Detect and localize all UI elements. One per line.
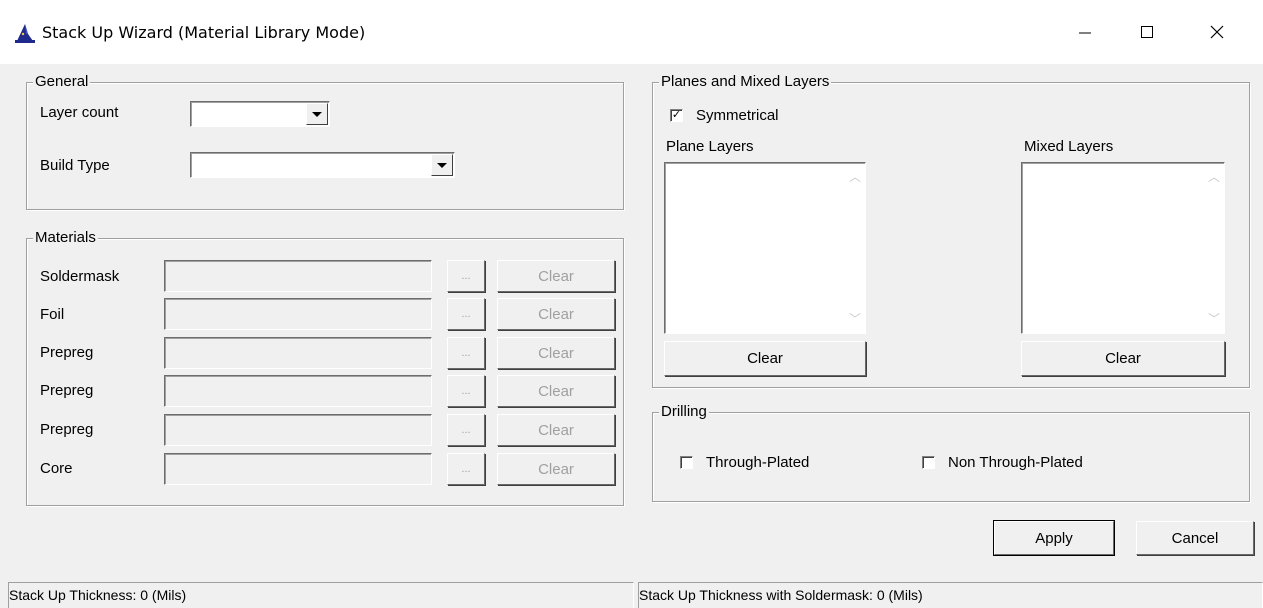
prepreg-1-clear-button: Clear (497, 337, 615, 369)
materials-legend: Materials (33, 229, 98, 247)
layer-count-label: Layer count (40, 104, 119, 121)
prepreg-2-browse-button: ... (447, 375, 485, 407)
chevron-down-icon[interactable] (431, 154, 453, 176)
prepreg-3-browse-button: ... (447, 414, 485, 446)
prepreg-3-clear-button: Clear (497, 414, 615, 446)
planes-legend: Planes and Mixed Layers (659, 73, 832, 91)
soldermask-clear-button: Clear (497, 260, 615, 292)
wizard-hat-icon (14, 22, 36, 44)
material-row-label: Prepreg (40, 382, 94, 399)
chevron-up-icon[interactable]: ︿ (846, 168, 864, 186)
material-row-label: Prepreg (40, 421, 94, 438)
non-through-plated-label[interactable]: Non Through-Plated (948, 454, 1083, 472)
foil-field (164, 298, 432, 330)
prepreg-2-field (164, 375, 432, 407)
material-row-label: Core (40, 460, 73, 477)
chevron-down-icon[interactable]: ﹀ (846, 310, 864, 328)
title-bar: Stack Up Wizard (Material Library Mode) (0, 0, 1263, 64)
plane-layers-label: Plane Layers (666, 138, 754, 155)
chevron-up-icon[interactable]: ︿ (1205, 168, 1223, 186)
chevron-down-icon[interactable]: ﹀ (1205, 310, 1223, 328)
minimize-button[interactable] (1054, 0, 1116, 64)
mixed-layers-label: Mixed Layers (1024, 138, 1114, 155)
core-clear-button: Clear (497, 453, 615, 485)
close-button[interactable] (1186, 0, 1248, 64)
symmetrical-checkbox[interactable]: ✓ (670, 109, 683, 122)
prepreg-1-browse-button: ... (447, 337, 485, 369)
mixed-layers-list[interactable]: ︿ ﹀ (1021, 162, 1225, 334)
plane-layers-clear-button[interactable]: Clear (664, 341, 866, 376)
symmetrical-label[interactable]: Symmetrical (696, 107, 779, 125)
material-row-label: Prepreg (40, 344, 94, 361)
core-browse-button: ... (447, 453, 485, 485)
maximize-icon (1141, 26, 1153, 38)
scrollbar[interactable]: ︿ ﹀ (1205, 164, 1223, 332)
status-thickness-with-soldermask: Stack Up Thickness with Soldermask: 0 (M… (638, 582, 1263, 608)
scrollbar[interactable]: ︿ ﹀ (846, 164, 864, 332)
apply-button[interactable]: Apply (993, 520, 1115, 556)
foil-clear-button: Clear (497, 298, 615, 330)
drilling-legend: Drilling (659, 403, 709, 421)
general-legend: General (33, 73, 91, 91)
build-type-label: Build Type (40, 157, 110, 174)
soldermask-field (164, 260, 432, 292)
soldermask-browse-button: ... (447, 260, 485, 292)
mixed-layers-clear-button[interactable]: Clear (1021, 341, 1225, 376)
build-type-select[interactable] (190, 152, 455, 178)
chevron-down-icon[interactable] (306, 103, 328, 125)
foil-browse-button: ... (447, 298, 485, 330)
prepreg-2-clear-button: Clear (497, 375, 615, 407)
maximize-button[interactable] (1116, 0, 1178, 64)
status-thickness: Stack Up Thickness: 0 (Mils) (8, 582, 634, 608)
through-plated-checkbox[interactable] (680, 456, 693, 469)
non-through-plated-checkbox[interactable] (922, 456, 935, 469)
plane-layers-list[interactable]: ︿ ﹀ (664, 162, 866, 334)
prepreg-1-field (164, 337, 432, 369)
material-row-label: Soldermask (40, 268, 120, 285)
material-row-label: Foil (40, 306, 65, 323)
through-plated-label[interactable]: Through-Plated (706, 454, 809, 472)
minimize-icon (1079, 32, 1091, 34)
window-title: Stack Up Wizard (Material Library Mode) (42, 23, 366, 42)
core-field (164, 453, 432, 485)
close-icon (1210, 25, 1224, 39)
layer-count-select[interactable] (190, 101, 330, 127)
cancel-button[interactable]: Cancel (1136, 521, 1254, 555)
prepreg-3-field (164, 414, 432, 446)
